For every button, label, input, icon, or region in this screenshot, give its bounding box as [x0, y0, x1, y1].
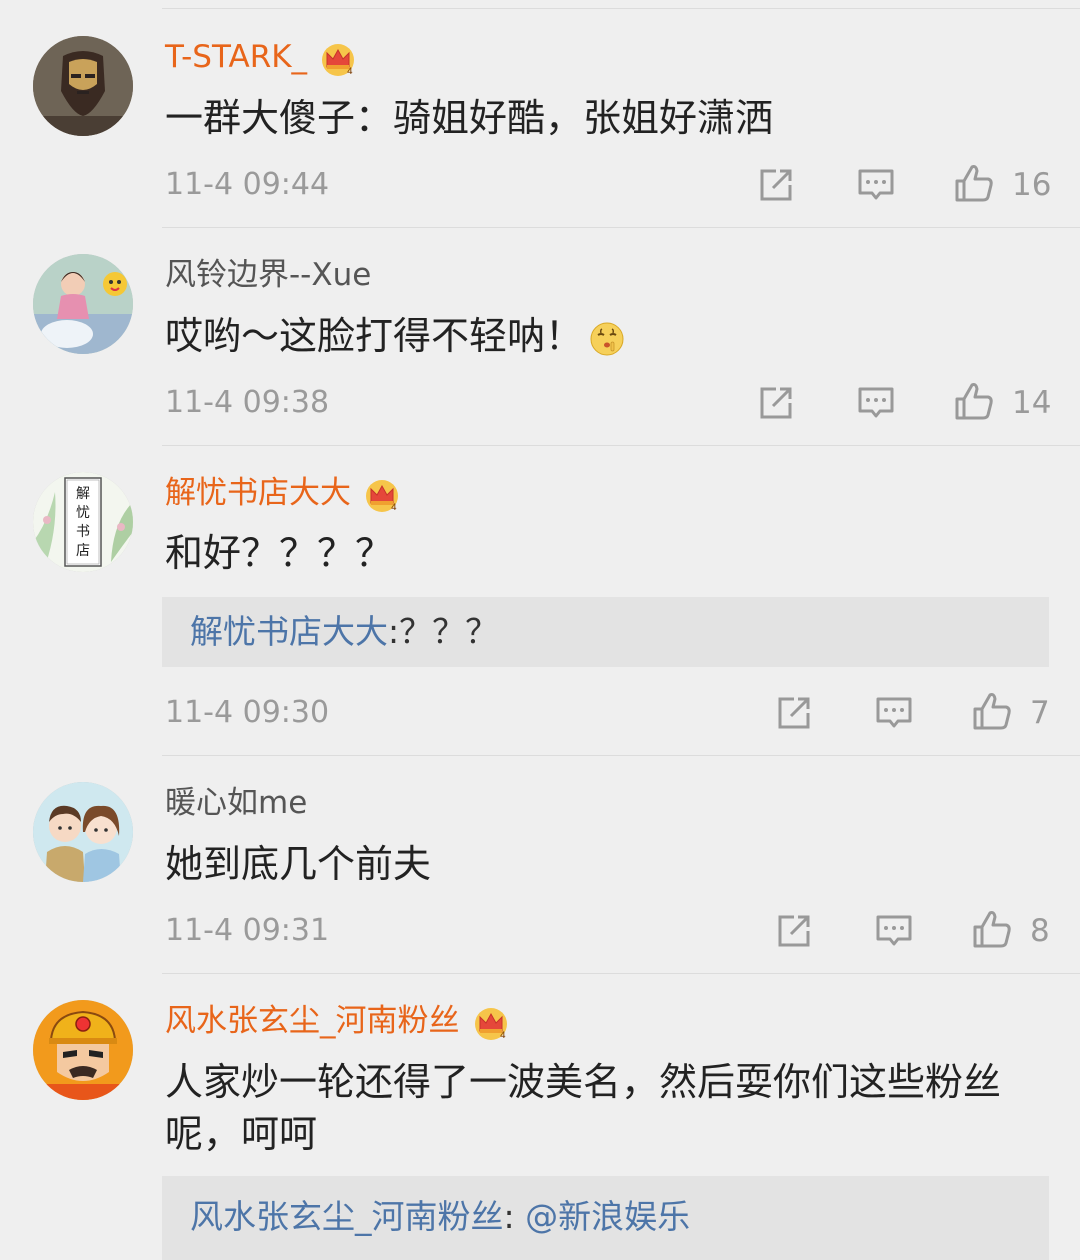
svg-text:4: 4 [347, 67, 353, 77]
username-text: 解忧书店大大 [165, 475, 351, 511]
username[interactable]: 风水张玄尘_河南粉丝 4 [165, 1001, 510, 1041]
share-button[interactable] [756, 165, 796, 205]
share-button[interactable] [756, 383, 796, 423]
comment-divider [162, 227, 1080, 228]
comment-text: 人家炒一轮还得了一波美名，然后耍你们这些粉丝呢，呵呵 [165, 1060, 1002, 1156]
comment-text: 她到底几个前夫 [165, 842, 432, 886]
share-icon [760, 169, 792, 201]
comment-time: 11-4 09:31 [165, 913, 330, 948]
svg-text:4: 4 [391, 503, 397, 513]
avatar[interactable]: 解 忧 书 店 [33, 472, 133, 572]
comment-button[interactable] [856, 383, 896, 423]
like-count: 8 [1030, 913, 1050, 949]
share-icon [778, 697, 810, 729]
reply-text: ？？？ [399, 612, 499, 651]
reply-box[interactable]: 解忧书店大大:？？？ [162, 597, 1049, 667]
reply-content: 解忧书店大大:？？？ [190, 597, 498, 667]
svg-text:忧: 忧 [76, 505, 90, 521]
reply-mention-link[interactable]: @新浪娱乐 [525, 1197, 690, 1236]
like-button[interactable] [954, 163, 994, 203]
username[interactable]: 暖心如me [165, 783, 307, 823]
comment-time: 11-4 09:30 [165, 695, 330, 730]
comment-button[interactable] [856, 165, 896, 205]
username[interactable]: 解忧书店大大 4 [165, 473, 401, 513]
username-text: 风水张玄尘_河南粉丝 [165, 1003, 460, 1039]
like-icon [973, 911, 1011, 948]
like-count: 14 [1012, 385, 1052, 421]
vip-crown-icon: 4 [363, 477, 401, 513]
like-count: 16 [1012, 167, 1052, 203]
comment-text: 一群大傻子：骑姐好酷，张姐好潇洒 [165, 96, 774, 140]
like-count: 7 [1030, 695, 1050, 731]
comment-button[interactable] [874, 693, 914, 733]
reply-username[interactable]: 解忧书店大大 [190, 612, 388, 651]
top-divider [162, 8, 1080, 9]
svg-text:书: 书 [76, 524, 90, 540]
avatar[interactable] [33, 782, 133, 882]
comment-text: 和好？？？？ [165, 531, 394, 575]
like-button[interactable] [954, 381, 994, 421]
couple-cartoon-avatar-icon [33, 782, 133, 882]
comment-icon [858, 387, 894, 418]
share-button[interactable] [774, 911, 814, 951]
username-text: 暖心如me [165, 785, 308, 821]
username-text: T-STARK_ [165, 39, 308, 75]
avatar[interactable] [33, 1000, 133, 1100]
comment-divider [162, 755, 1080, 756]
cartoon-worker-avatar-icon [33, 1000, 133, 1100]
comment-icon [876, 915, 912, 946]
username[interactable]: T-STARK_ 4 [165, 37, 357, 77]
vip-crown-icon: 4 [472, 1005, 510, 1041]
iron-man-avatar-icon [33, 36, 133, 136]
shush-emoji-icon [589, 321, 625, 357]
comment-icon [858, 169, 894, 200]
svg-text:解: 解 [76, 486, 90, 502]
reply-separator: : [388, 612, 400, 651]
comment-icon [876, 697, 912, 728]
avatar[interactable] [33, 254, 133, 354]
child-photo-avatar-icon [33, 254, 133, 354]
like-button[interactable] [972, 909, 1012, 949]
comment-divider [162, 973, 1080, 974]
username-text: 风铃边界--Xue [165, 257, 372, 293]
comment-text: 哎哟～这脸打得不轻呐！ [165, 310, 1040, 362]
comment-divider [162, 445, 1080, 446]
bookstore-avatar-icon: 解 忧 书 店 [33, 472, 133, 572]
reply-separator: : [503, 1197, 526, 1236]
comment-text-content: 哎哟～这脸打得不轻呐！ [165, 314, 584, 358]
like-icon [955, 383, 993, 420]
svg-text:店: 店 [76, 543, 90, 559]
comment-time: 11-4 09:38 [165, 385, 330, 420]
like-icon [955, 165, 993, 202]
reply-username[interactable]: 风水张玄尘_河南粉丝 [190, 1197, 504, 1236]
share-button[interactable] [774, 693, 814, 733]
vip-crown-icon: 4 [319, 41, 357, 77]
like-button[interactable] [972, 691, 1012, 731]
reply-content: 风水张玄尘_河南粉丝: @新浪娱乐 [190, 1182, 690, 1252]
reply-box[interactable]: 风水张玄尘_河南粉丝: @新浪娱乐 [162, 1176, 1049, 1260]
svg-text:4: 4 [500, 1031, 506, 1041]
like-icon [973, 693, 1011, 730]
avatar[interactable] [33, 36, 133, 136]
comment-time: 11-4 09:44 [165, 167, 330, 202]
share-icon [778, 915, 810, 947]
share-icon [760, 387, 792, 419]
username[interactable]: 风铃边界--Xue [165, 255, 371, 295]
comment-button[interactable] [874, 911, 914, 951]
